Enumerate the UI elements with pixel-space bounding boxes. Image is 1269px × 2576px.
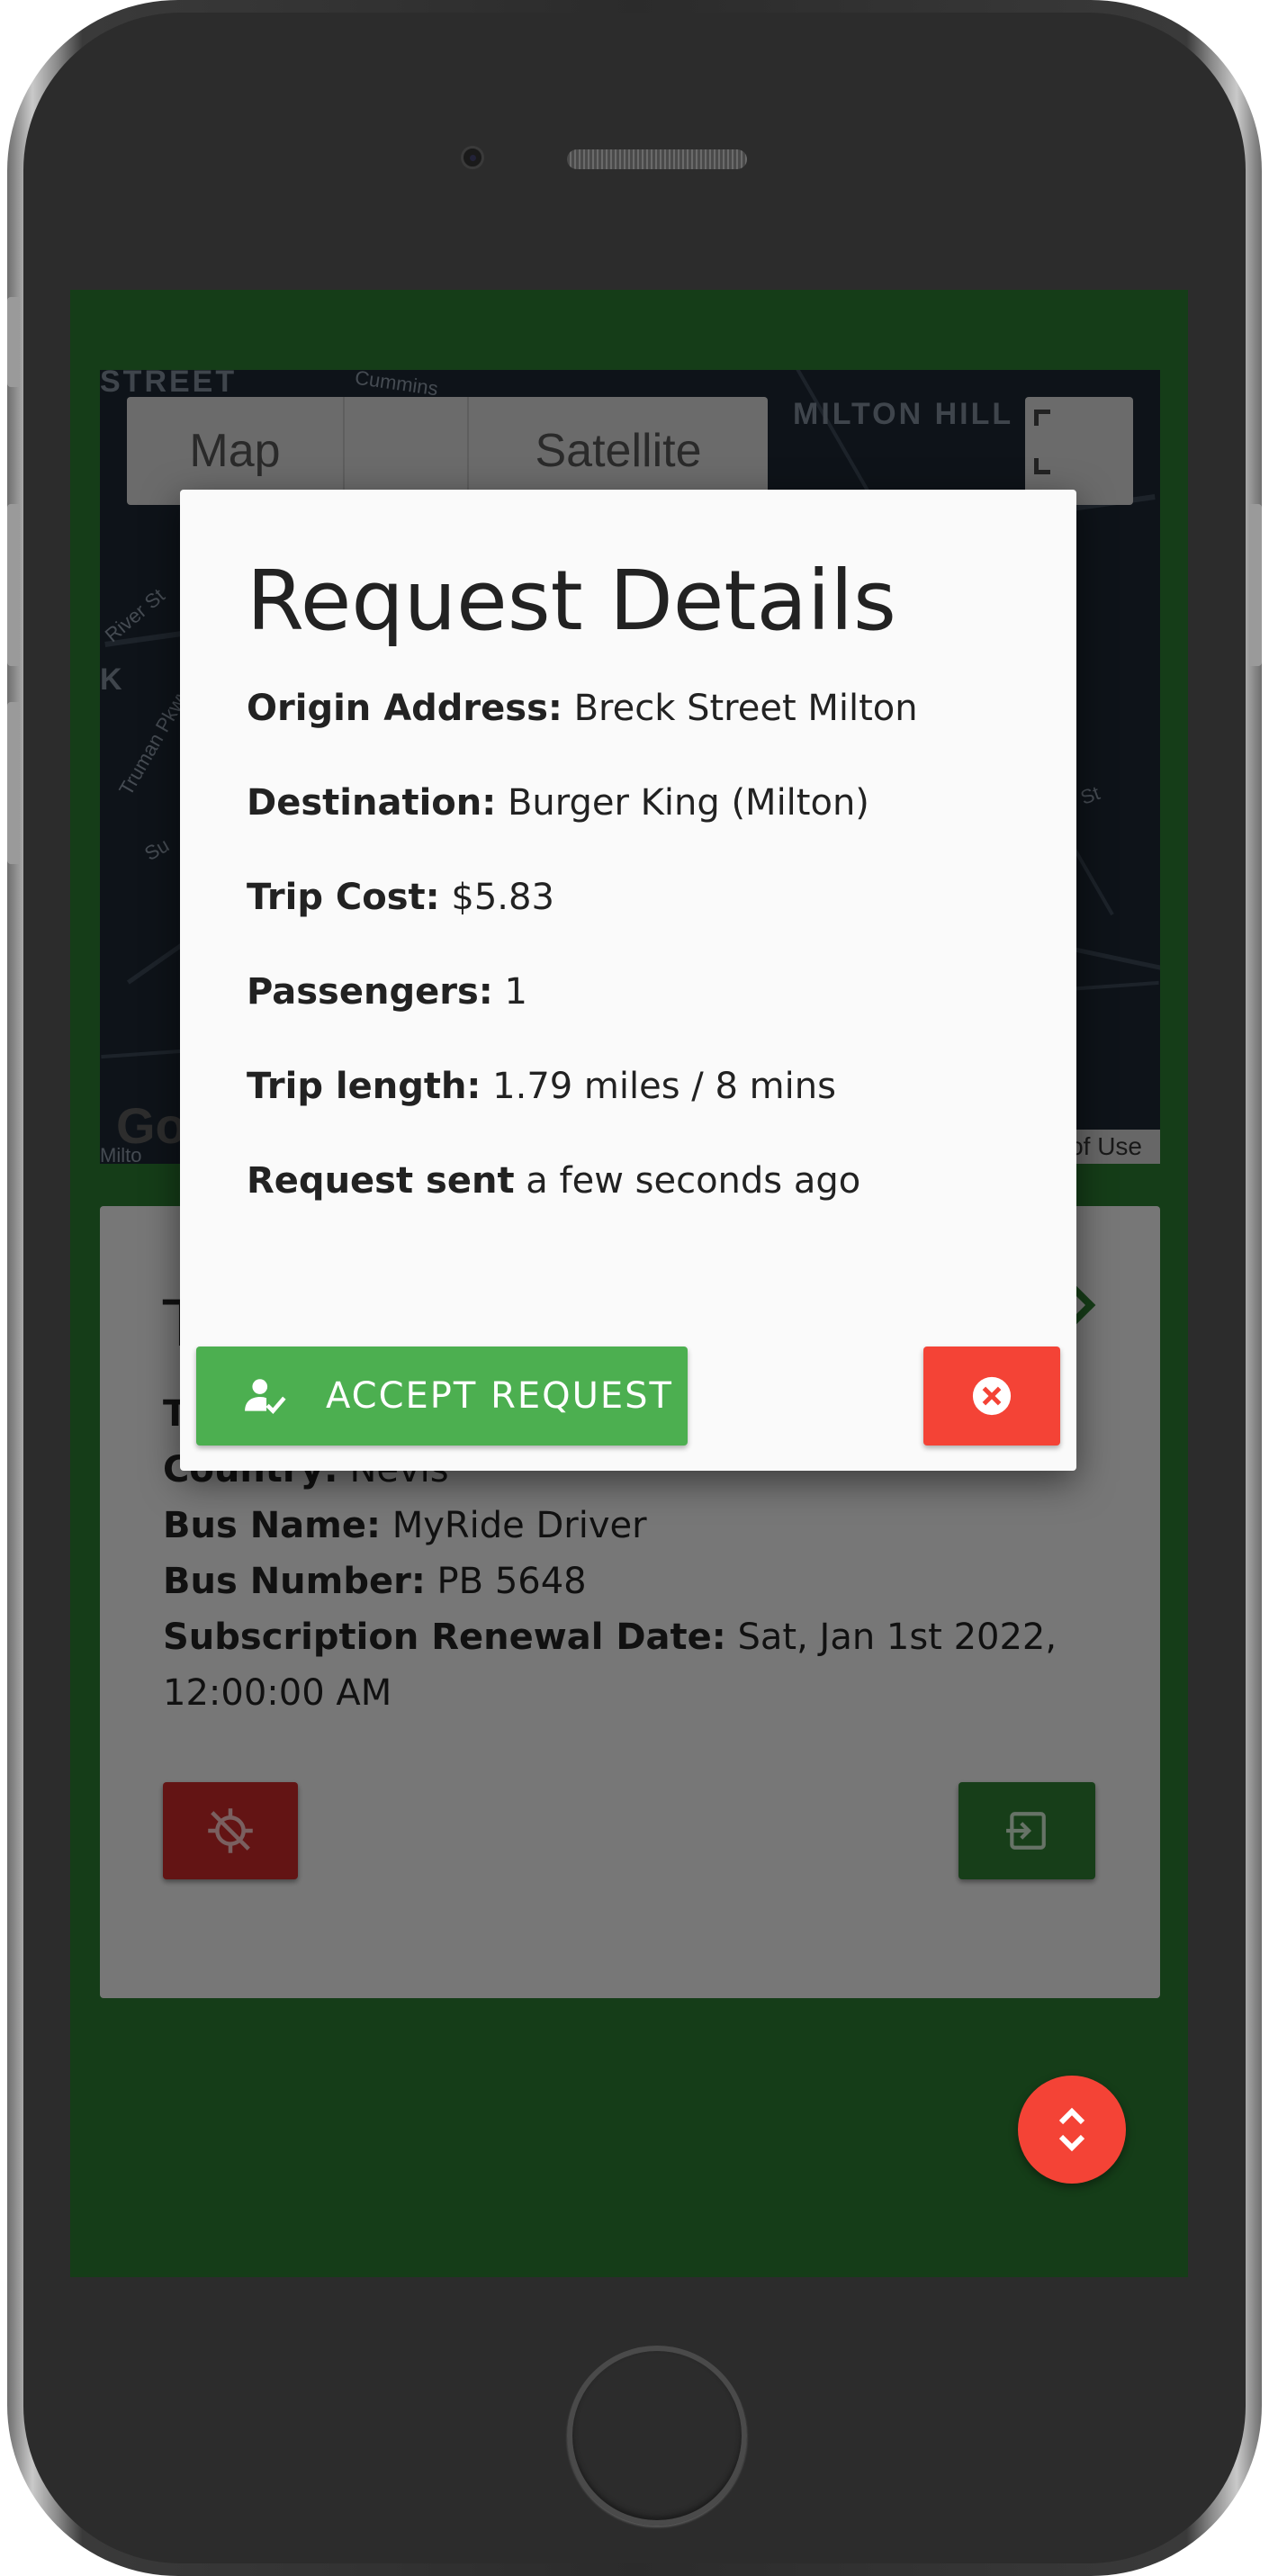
detail-origin-address: Origin Address: Breck Street Milton xyxy=(247,688,918,729)
request-details-modal: Request Details Origin Address: Breck St… xyxy=(180,490,1076,1471)
detail-key: Request sent xyxy=(247,1160,515,1202)
detail-key: Trip Cost: xyxy=(247,877,440,918)
app-screen: STREET MILTON HILL Cummins River St Trum… xyxy=(70,290,1188,2277)
detail-trip-length: Trip length: 1.79 miles / 8 mins xyxy=(247,1066,836,1107)
expand-toggle-fab[interactable] xyxy=(1018,2076,1126,2184)
detail-key: Destination: xyxy=(247,782,497,824)
home-button[interactable] xyxy=(567,2346,747,2526)
phone-volume-down xyxy=(7,702,20,864)
close-circle-icon xyxy=(972,1376,1012,1416)
detail-request-sent: Request sent a few seconds ago xyxy=(247,1160,860,1202)
detail-value: 1.79 miles / 8 mins xyxy=(492,1066,836,1107)
detail-value: a few seconds ago xyxy=(526,1160,861,1202)
detail-value: 1 xyxy=(504,971,527,1013)
person-check-icon xyxy=(245,1379,286,1415)
detail-value: Burger King (Milton) xyxy=(507,782,869,824)
detail-key: Origin Address: xyxy=(247,688,562,729)
modal-title: Request Details xyxy=(247,553,896,649)
detail-key: Trip length: xyxy=(247,1066,482,1107)
earpiece-speaker xyxy=(567,149,747,169)
detail-key: Passengers: xyxy=(247,971,493,1013)
decline-request-button[interactable] xyxy=(923,1347,1060,1446)
accept-request-label: ACCEPT REQUEST xyxy=(326,1375,673,1417)
phone-mute-switch xyxy=(7,297,20,387)
phone-power-button xyxy=(1249,504,1262,666)
unfold-icon xyxy=(1058,2107,1085,2152)
detail-value: Breck Street Milton xyxy=(573,688,918,729)
detail-trip-cost: Trip Cost: $5.83 xyxy=(247,877,554,918)
phone-volume-up xyxy=(7,504,20,666)
detail-destination: Destination: Burger King (Milton) xyxy=(247,782,869,824)
detail-passengers: Passengers: 1 xyxy=(247,971,527,1013)
detail-value: $5.83 xyxy=(451,877,554,918)
accept-request-button[interactable]: ACCEPT REQUEST xyxy=(196,1347,688,1446)
front-camera xyxy=(461,146,484,169)
